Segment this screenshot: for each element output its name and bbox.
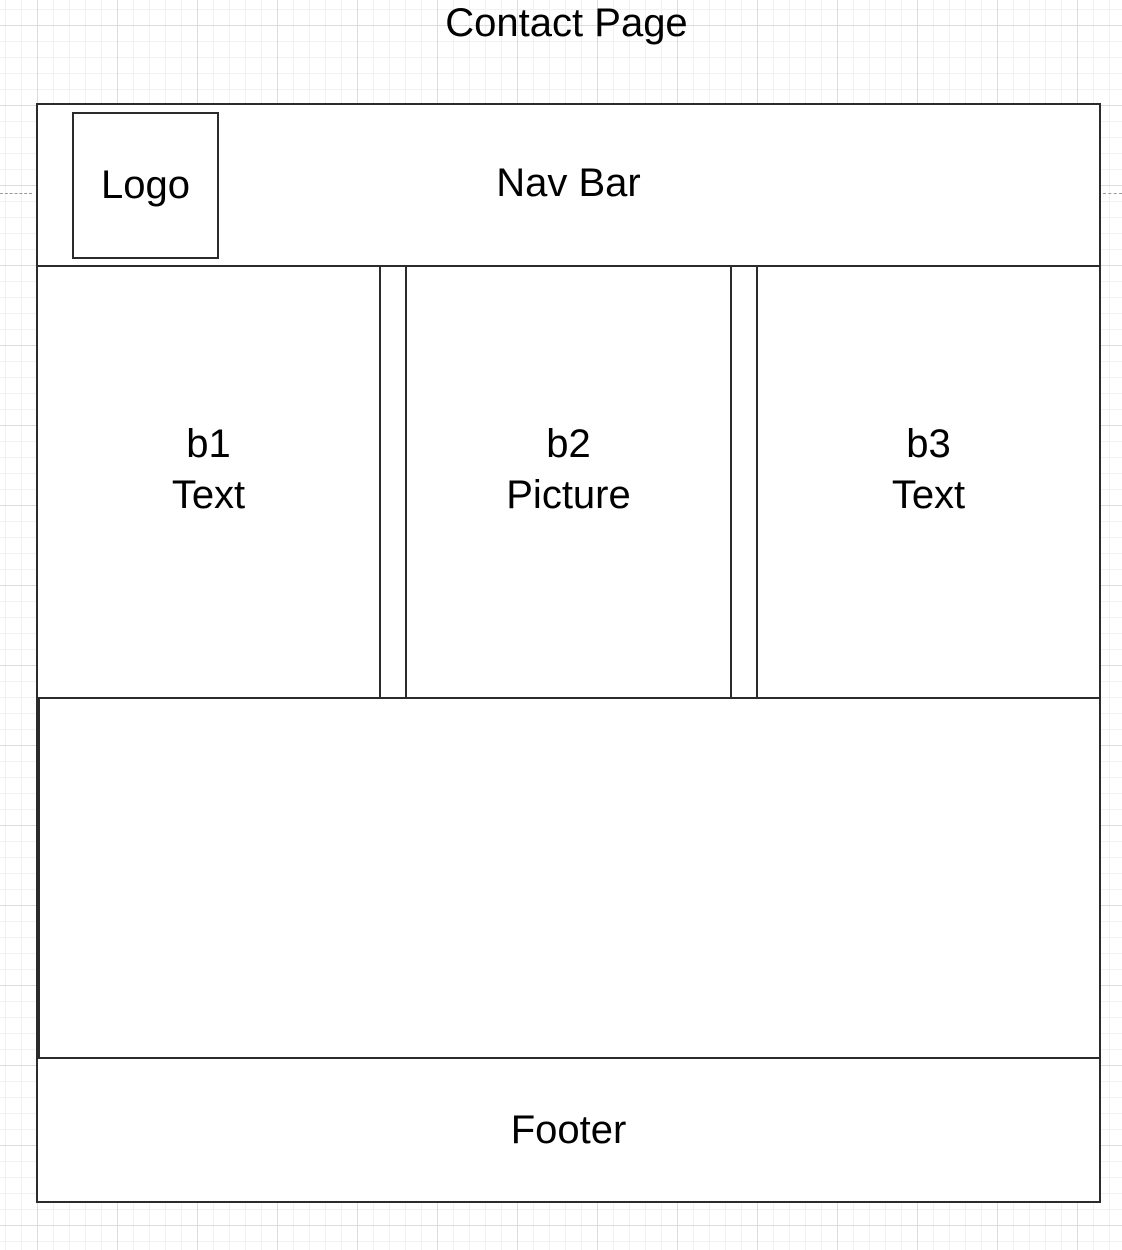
content-area <box>38 697 1101 1059</box>
block-b2-id: b2 <box>546 422 591 466</box>
guide-line-right <box>1103 193 1122 194</box>
footer-label: Footer <box>510 1107 627 1152</box>
logo-box: Logo <box>72 112 219 259</box>
block-b1-id: b1 <box>186 422 231 466</box>
page-title: Contact Page <box>445 1 688 45</box>
guide-line-left <box>0 193 32 194</box>
block-b3-content: Text <box>891 473 966 517</box>
block-b1: b1 Text <box>36 265 381 699</box>
block-b2-content: Picture <box>506 473 631 517</box>
block-b3: b3 Text <box>756 265 1101 699</box>
footer: Footer <box>36 1057 1101 1203</box>
block-b3-id: b3 <box>906 422 951 466</box>
block-b2: b2 Picture <box>405 265 732 699</box>
logo-label: Logo <box>101 163 190 207</box>
block-b1-content: Text <box>171 473 246 517</box>
